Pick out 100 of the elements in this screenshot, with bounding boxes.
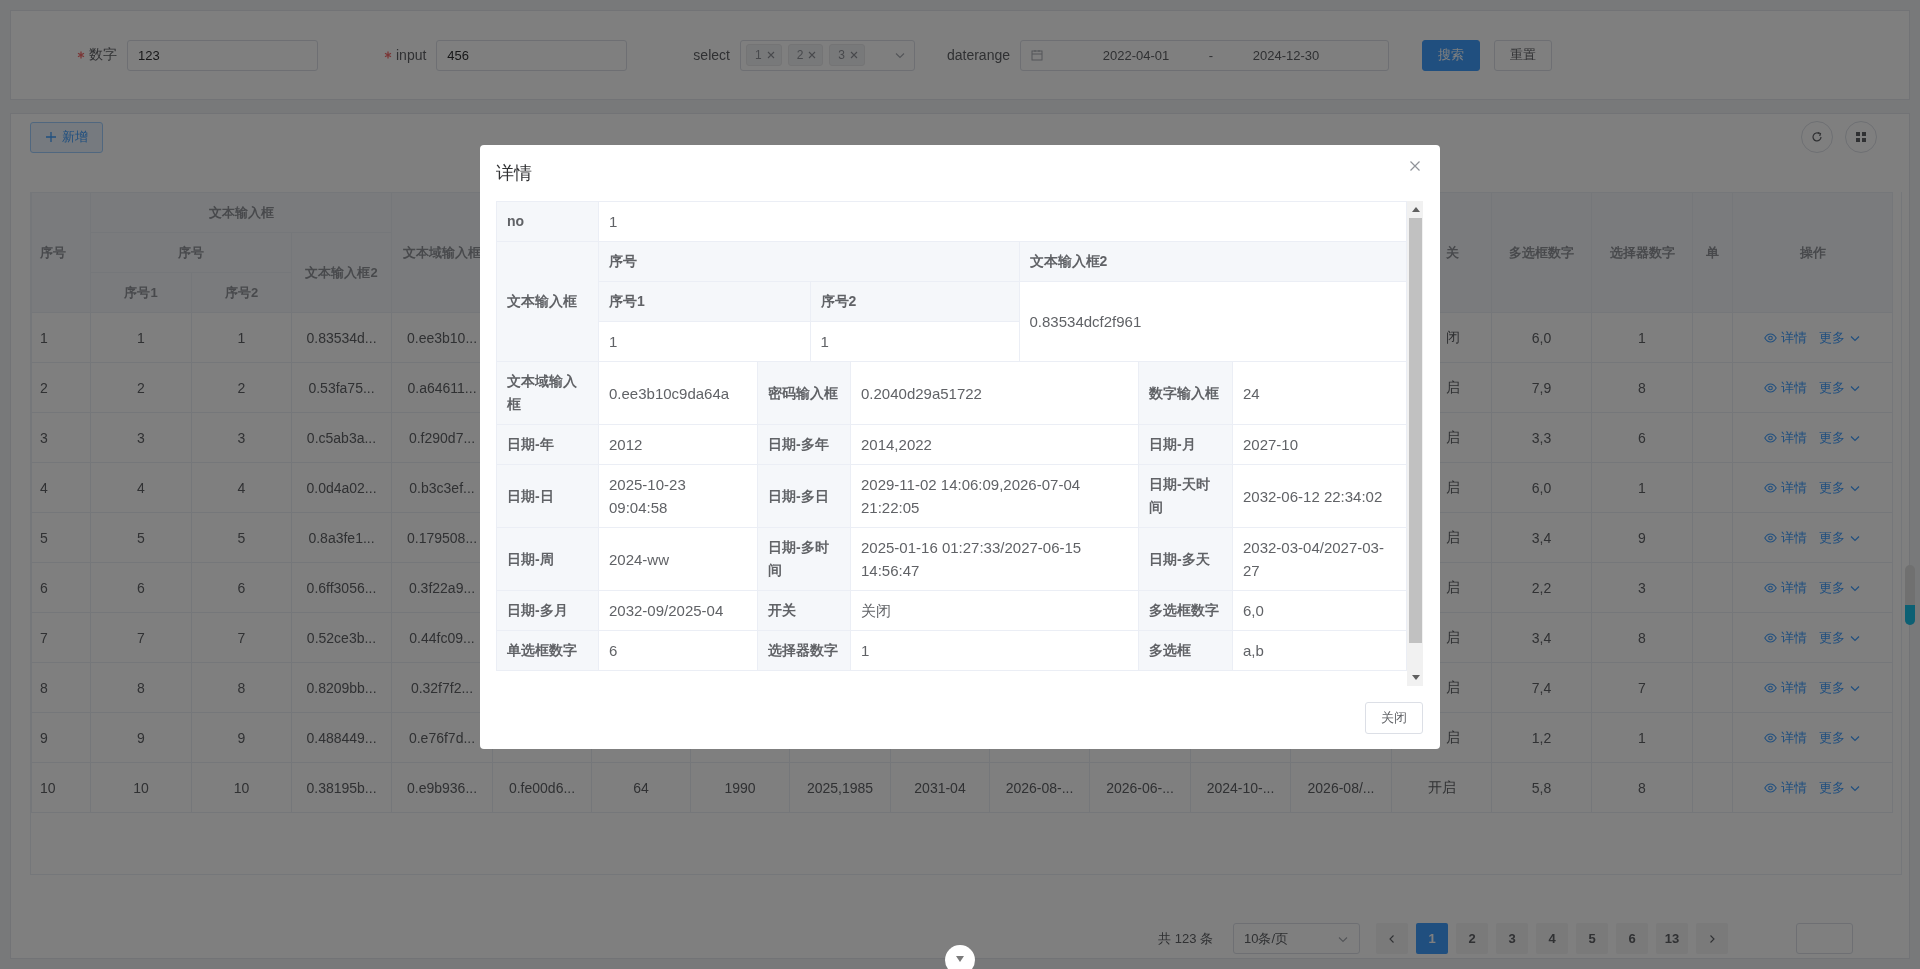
table-cell: 8: [1591, 362, 1693, 413]
field-label: daterange: [946, 47, 1010, 63]
text-field[interactable]: 123: [127, 39, 318, 71]
previous-page-button[interactable]: [1376, 923, 1408, 954]
field-label: 日期-天时间: [1138, 464, 1233, 528]
page-button[interactable]: 4: [1536, 923, 1568, 954]
table-cell: 5: [31, 512, 91, 563]
page-button[interactable]: 1: [1416, 923, 1448, 954]
table-cell: 1: [191, 312, 292, 363]
table-cell: 6,0: [1491, 462, 1592, 513]
page-button[interactable]: 2: [1456, 923, 1488, 954]
eye-icon: [1764, 482, 1777, 493]
field-label: 多选框数字: [1138, 590, 1233, 631]
field-label: 文本输入框: [496, 241, 599, 362]
more-link[interactable]: 更多: [1819, 528, 1861, 547]
detail-link[interactable]: 详情: [1764, 378, 1807, 397]
detail-link[interactable]: 详情: [1764, 578, 1807, 597]
table-cell: 1: [1591, 462, 1693, 513]
more-link[interactable]: 更多: [1819, 428, 1861, 447]
page-button[interactable]: 13: [1656, 923, 1688, 954]
detail-link[interactable]: 详情: [1764, 628, 1807, 647]
field-value: 0.ee3b10c9da64a: [598, 361, 758, 425]
grid-icon: [1855, 131, 1867, 143]
field-label: 数字: [89, 46, 117, 64]
table-cell: 4: [31, 462, 91, 513]
text-field[interactable]: 456: [436, 39, 628, 71]
table-cell: 3: [1591, 562, 1693, 613]
detail-link[interactable]: 详情: [1764, 428, 1807, 447]
table-cell: 5: [90, 512, 192, 563]
close-dialog-button[interactable]: 关闭: [1365, 701, 1423, 734]
table-cell: 1,2: [1491, 712, 1592, 763]
table-cell: 3: [31, 412, 91, 463]
table-cell: 0.e9b936...: [391, 762, 493, 813]
table-cell: 6: [31, 562, 91, 613]
eye-icon: [1764, 582, 1777, 593]
field-value: 1: [598, 201, 1407, 242]
close-icon: [807, 50, 818, 60]
table-cell: 4: [90, 462, 192, 513]
table-cell: 1990: [690, 762, 790, 813]
table-cell: 10: [191, 762, 292, 813]
grid-view-button[interactable]: [1845, 121, 1877, 153]
field-label: 密码输入框: [757, 361, 851, 425]
more-link[interactable]: 更多: [1819, 778, 1861, 797]
search-button[interactable]: 搜索: [1422, 39, 1480, 71]
table-cell: 2: [191, 362, 292, 413]
table-cell: 2026-06-...: [1089, 762, 1191, 813]
table-cell: 7: [31, 612, 91, 663]
table-cell: 2025,1985: [789, 762, 891, 813]
eye-icon: [1764, 332, 1777, 343]
detail-link[interactable]: 详情: [1764, 728, 1807, 747]
close-icon: [849, 50, 859, 60]
more-link[interactable]: 更多: [1819, 478, 1861, 497]
table-cell: 7,4: [1491, 662, 1592, 713]
field-label: 日期-年: [496, 424, 599, 465]
table-cell: 5: [191, 512, 292, 563]
page-button[interactable]: 5: [1576, 923, 1608, 954]
table-cell: 9: [191, 712, 292, 763]
table-cell: 8: [90, 662, 192, 713]
more-link[interactable]: 更多: [1819, 628, 1861, 647]
more-link[interactable]: 更多: [1819, 728, 1861, 747]
table-cell: 3: [90, 412, 192, 463]
table-cell: 1: [1591, 712, 1693, 763]
more-link[interactable]: 更多: [1819, 328, 1861, 347]
table-cell: 9: [1591, 512, 1693, 563]
field-label: select: [693, 47, 730, 63]
refresh-button[interactable]: [1801, 121, 1833, 153]
table-cell: 2031-04: [890, 762, 990, 813]
next-page-button[interactable]: [1696, 923, 1728, 954]
field-label: 日期-周: [496, 527, 599, 591]
table-cell: 2,2: [1491, 562, 1592, 613]
field-label: 日期-多天: [1138, 527, 1233, 591]
detail-link[interactable]: 详情: [1764, 328, 1807, 347]
table-cell: 0.53fa75...: [291, 362, 392, 413]
add-button[interactable]: 新增: [30, 121, 103, 153]
more-link[interactable]: 更多: [1819, 378, 1861, 397]
detail-link[interactable]: 详情: [1764, 678, 1807, 697]
field-label: 日期-多年: [757, 424, 851, 465]
field-value: 2032-03-04/2027-03-27: [1232, 527, 1407, 591]
more-link[interactable]: 更多: [1819, 578, 1861, 597]
table-cell: 0.52ce3b...: [291, 612, 392, 663]
detail-link[interactable]: 详情: [1764, 478, 1807, 497]
field-label: 数字输入框: [1138, 361, 1233, 425]
field-value: 0.2040d29a51722: [850, 361, 1139, 425]
field-value: 2024-ww: [598, 527, 758, 591]
page-scrollbar: [1905, 565, 1915, 625]
reset-button[interactable]: 重置: [1494, 39, 1552, 71]
page-size-select[interactable]: 10条/页: [1233, 923, 1360, 954]
dialog-title: 详情: [496, 162, 532, 185]
table-cell: 8: [31, 662, 91, 713]
field-label: 文本域输入框: [496, 361, 599, 425]
field-label: 多选框: [1138, 630, 1233, 671]
field-label: 日期-月: [1138, 424, 1233, 465]
more-link[interactable]: 更多: [1819, 678, 1861, 697]
table-cell: 8: [191, 662, 292, 713]
page-button[interactable]: 6: [1616, 923, 1648, 954]
field-label: 序号: [599, 242, 1019, 282]
date-range-field[interactable]: 2022-04-01 - 2024-12-30: [1020, 39, 1389, 71]
detail-link[interactable]: 详情: [1764, 528, 1807, 547]
page-button[interactable]: 3: [1496, 923, 1528, 954]
detail-link[interactable]: 详情: [1764, 778, 1807, 797]
